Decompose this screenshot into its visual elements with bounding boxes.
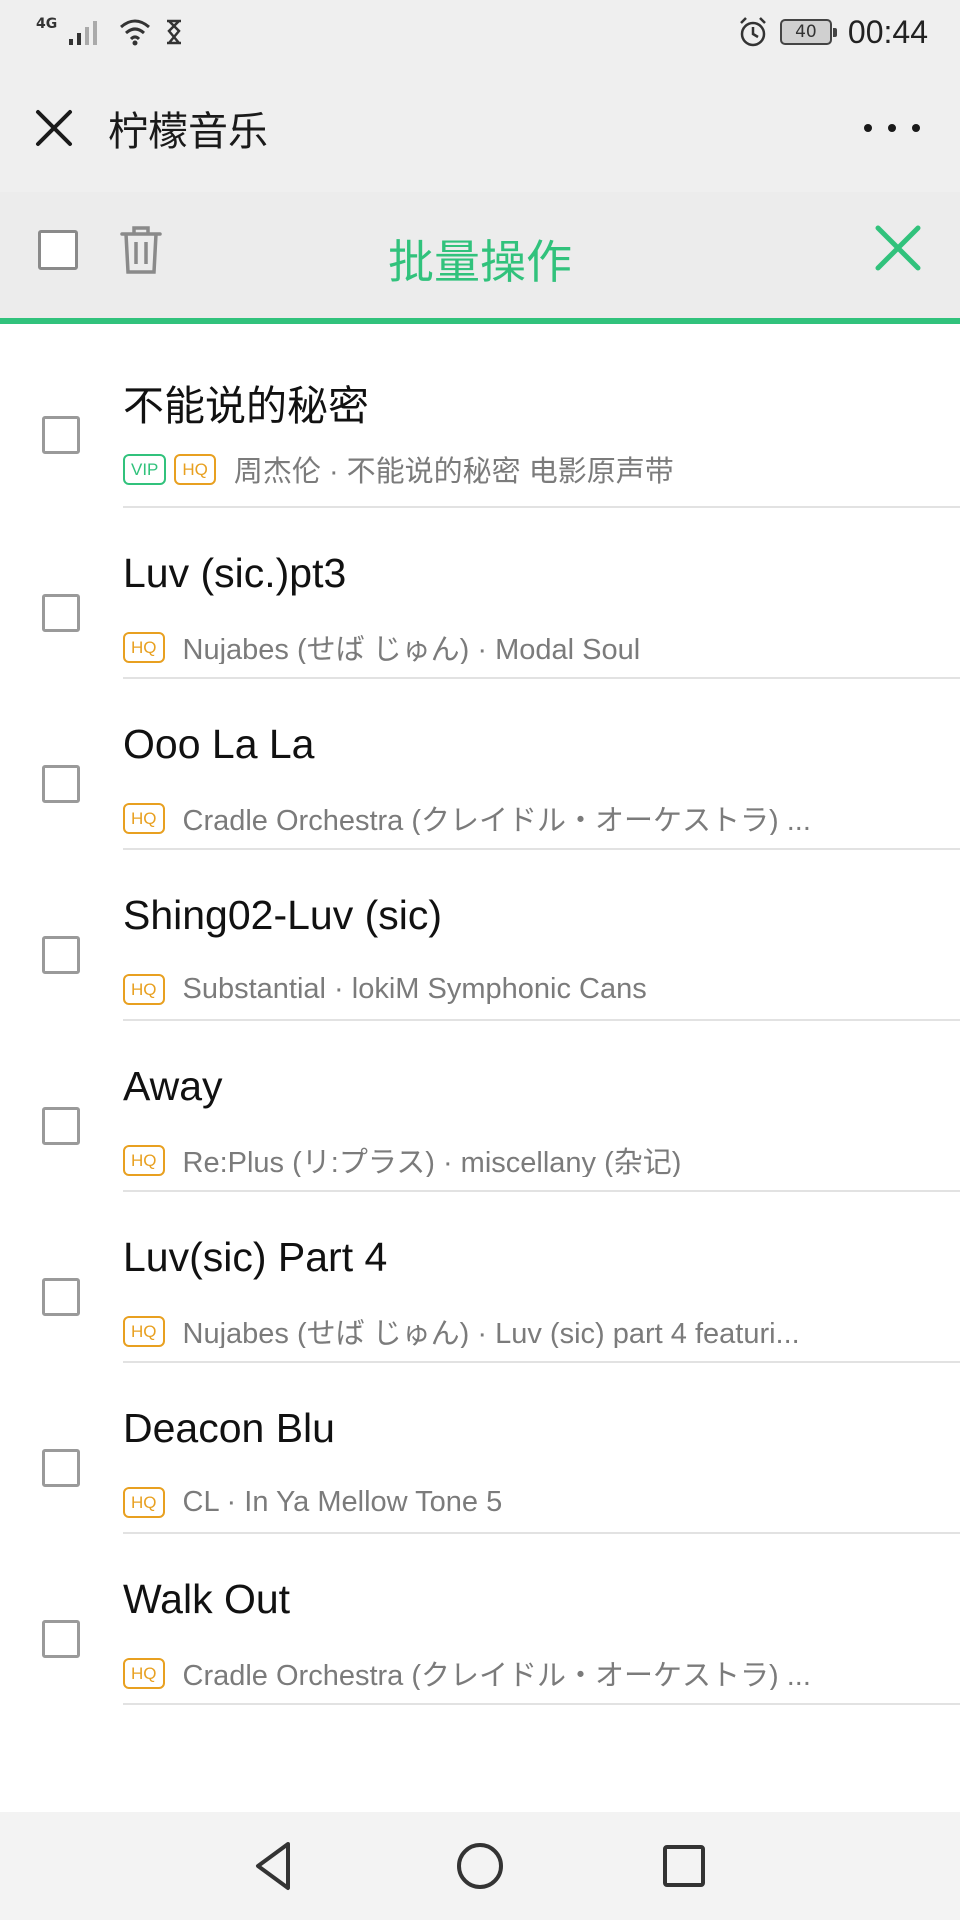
batch-close-icon[interactable] xyxy=(870,220,926,276)
song-checkbox[interactable] xyxy=(42,936,80,974)
song-artist-album: 周杰伦 · 不能说的秘密 电影原声带 xyxy=(233,456,674,486)
song-subtitle: HQ CL · In Ya Mellow Tone 5 xyxy=(123,1485,923,1519)
song-row[interactable]: Ooo La La HQ Cradle Orchestra (クレイドル・オーケスト… xyxy=(0,679,960,850)
hourglass-icon xyxy=(167,19,182,45)
song-checkbox[interactable] xyxy=(42,765,80,803)
song-subtitle: HQ Re:Plus (リ:プラス) · miscellany (杂记) xyxy=(123,1143,923,1177)
song-checkbox[interactable] xyxy=(42,1278,80,1316)
song-title: Shing02-Luv (sic) xyxy=(123,892,443,938)
song-row[interactable]: Shing02-Luv (sic) HQ Substantial · lokiM S… xyxy=(0,850,960,1021)
hq-badge: HQ xyxy=(123,1486,165,1518)
row-divider xyxy=(123,1703,960,1705)
more-icon-dot xyxy=(912,124,920,132)
song-subtitle: HQ Substantial · lokiM Symphonic Cans xyxy=(123,972,923,1006)
battery-icon: 40 xyxy=(779,19,837,45)
close-icon xyxy=(36,110,72,146)
back-triangle-icon[interactable] xyxy=(244,1834,308,1898)
status-bar: 4G 40 00:44 xyxy=(0,0,960,64)
batch-title: 批量操作 xyxy=(388,235,572,289)
song-subtitle: HQ Cradle Orchestra (クレイドル・オーケストラ) ... xyxy=(123,801,923,835)
status-right: 40 00:44 xyxy=(736,14,928,51)
song-artist-album: Nujabes (せば じゅん) · Luv (sic) part 4 feat… xyxy=(182,1318,800,1348)
song-title: Walk Out xyxy=(123,1576,291,1622)
song-artist-album: Substantial · lokiM Symphonic Cans xyxy=(182,972,647,1005)
song-checkbox[interactable] xyxy=(42,416,80,454)
song-subtitle: HQ Cradle Orchestra (クレイドル・オーケストラ) ... xyxy=(123,1656,923,1690)
alarm-icon xyxy=(740,17,766,47)
app-title: 柠檬音乐 xyxy=(108,109,268,155)
home-circle-icon[interactable] xyxy=(448,1834,512,1898)
navigation-bar xyxy=(0,1812,960,1920)
title-bar: 柠檬音乐 xyxy=(0,64,960,192)
status-time: 00:44 xyxy=(847,13,928,50)
hq-badge: HQ xyxy=(123,802,165,834)
more-icon-dot xyxy=(888,124,896,132)
hq-badge: HQ xyxy=(174,453,216,485)
song-artist-album: Cradle Orchestra (クレイドル・オーケストラ) ... xyxy=(182,805,811,835)
more-icon-dot xyxy=(864,124,872,132)
signal-icon xyxy=(69,21,98,45)
song-artist-album: Nujabes (せば じゅん) · Modal Soul xyxy=(182,634,641,664)
close-button[interactable] xyxy=(0,64,108,192)
wifi-icon xyxy=(120,19,151,46)
song-title: Luv (sic.)pt3 xyxy=(123,550,347,596)
song-subtitle: HQ Nujabes (せば じゅん) · Luv (sic) part 4 fe… xyxy=(123,1314,923,1348)
song-row[interactable]: Deacon Blu HQ CL · In Ya Mellow Tone 5 xyxy=(0,1363,960,1534)
song-title: Away xyxy=(123,1063,223,1109)
song-row[interactable]: Walk Out HQ Cradle Orchestra (クレイドル・オーケストラ… xyxy=(0,1534,960,1705)
song-artist-album: Re:Plus (リ:プラス) · miscellany (杂记) xyxy=(182,1147,682,1177)
status-left: 4G xyxy=(36,16,185,47)
hq-badge: HQ xyxy=(123,1144,165,1176)
song-checkbox[interactable] xyxy=(42,1620,80,1658)
song-title: Luv(sic) Part 4 xyxy=(123,1234,388,1280)
song-title: 不能说的秘密 xyxy=(123,383,369,429)
hq-badge: HQ xyxy=(123,973,165,1005)
song-checkbox[interactable] xyxy=(42,1449,80,1487)
song-row[interactable]: Away HQ Re:Plus (リ:プラス) · miscellany (杂记) xyxy=(0,1021,960,1192)
batch-bar: 批量操作 xyxy=(0,192,960,324)
song-artist-album: CL · In Ya Mellow Tone 5 xyxy=(182,1485,503,1518)
network-type: 4G xyxy=(36,16,58,32)
song-checkbox[interactable] xyxy=(42,594,80,632)
song-row[interactable]: 不能说的秘密 VIP HQ 周杰伦 · 不能说的秘密 电影原声带 xyxy=(0,330,960,508)
hq-badge: HQ xyxy=(123,1657,165,1689)
song-checkbox[interactable] xyxy=(42,1107,80,1145)
song-subtitle: VIP HQ 周杰伦 · 不能说的秘密 电影原声带 xyxy=(123,452,923,486)
recents-square-icon[interactable] xyxy=(652,1834,716,1898)
song-list: 不能说的秘密 VIP HQ 周杰伦 · 不能说的秘密 电影原声带 Luv (sic.)p… xyxy=(0,330,960,1705)
song-artist-album: Cradle Orchestra (クレイドル・オーケストラ) ... xyxy=(182,1660,811,1690)
song-title: Ooo La La xyxy=(123,721,315,767)
song-subtitle: HQ Nujabes (せば じゅん) · Modal Soul xyxy=(123,630,923,664)
song-row[interactable]: Luv (sic.)pt3 HQ Nujabes (せば じゅん) · Modal … xyxy=(0,508,960,679)
vip-badge: VIP xyxy=(123,453,167,485)
hq-badge: HQ xyxy=(123,631,165,663)
more-button[interactable] xyxy=(864,108,920,148)
hq-badge: HQ xyxy=(123,1315,165,1347)
song-title: Deacon Blu xyxy=(123,1405,335,1451)
song-row[interactable]: Luv(sic) Part 4 HQ Nujabes (せば じゅん) · Luv … xyxy=(0,1192,960,1363)
